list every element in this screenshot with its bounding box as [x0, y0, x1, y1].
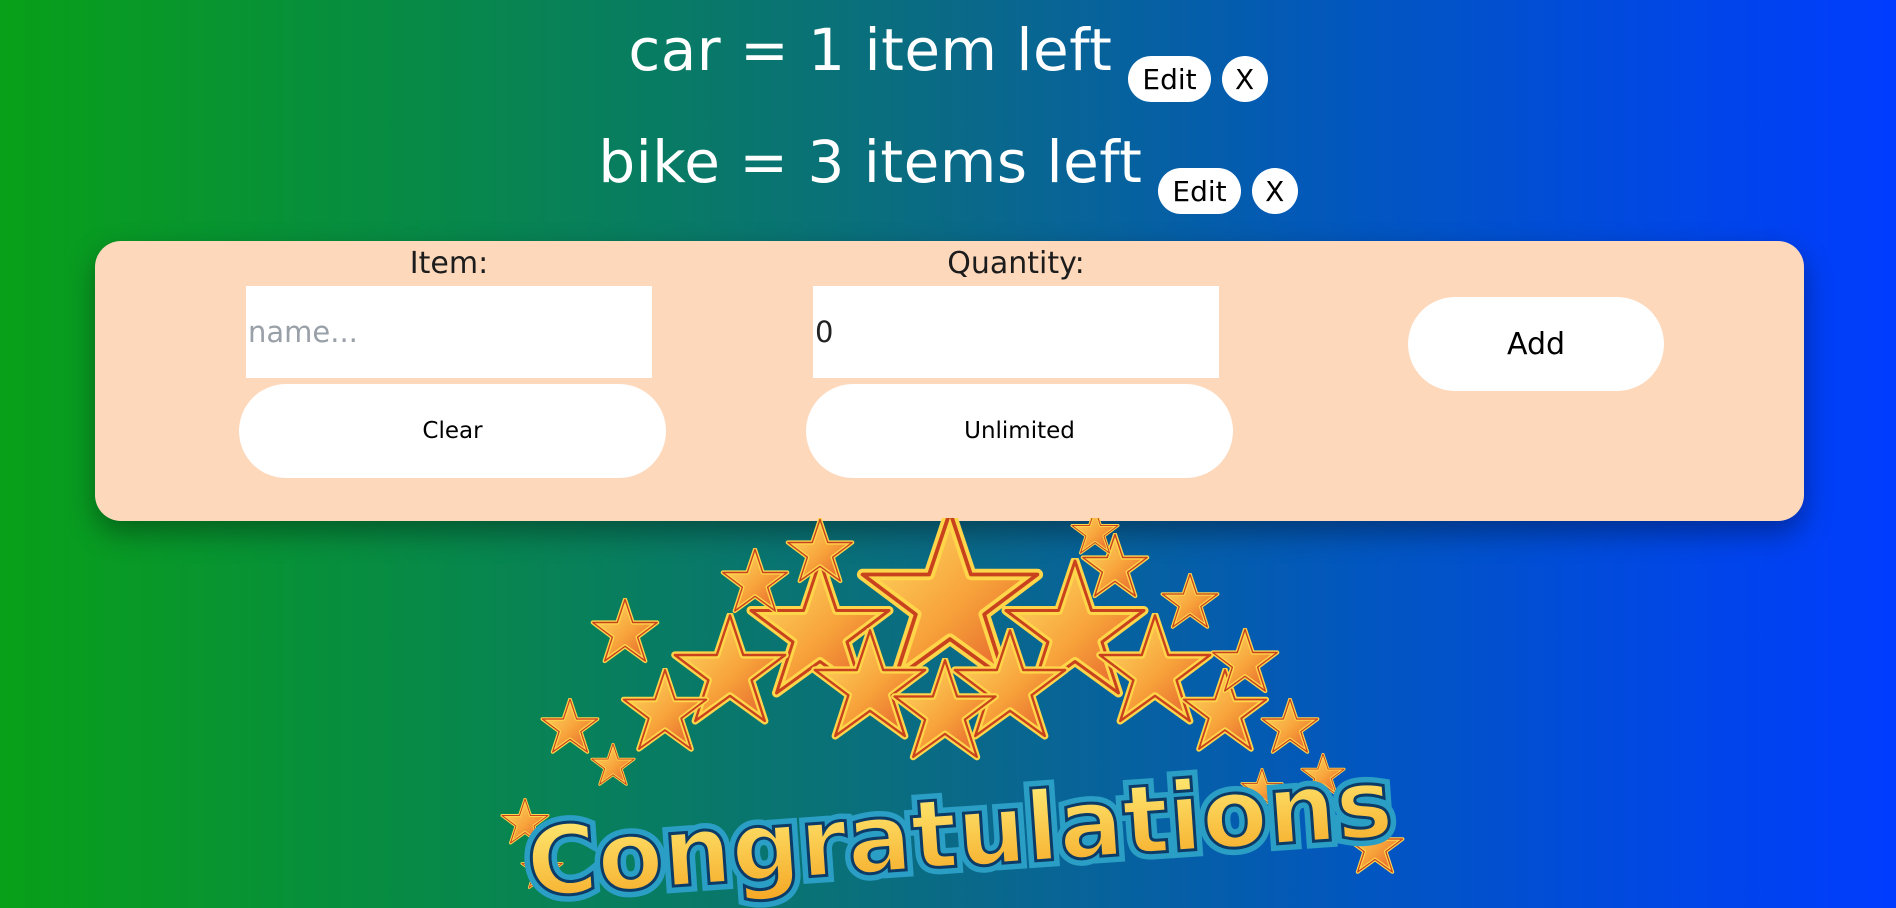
- congratulations-image: Congratulations Congratulations: [480, 518, 1440, 908]
- item-label: Item:: [409, 246, 489, 281]
- item-text: car = 1 item left: [628, 16, 1113, 84]
- stars-illustration: Congratulations Congratulations: [500, 518, 1405, 908]
- add-item-panel: Item: Quantity: Clear Unlimited Add: [95, 241, 1804, 521]
- quantity-input[interactable]: [813, 286, 1219, 378]
- add-button[interactable]: Add: [1408, 297, 1664, 391]
- edit-button[interactable]: Edit: [1128, 56, 1211, 102]
- unlimited-button[interactable]: Unlimited: [806, 384, 1233, 478]
- item-name-input[interactable]: [246, 286, 652, 378]
- delete-button[interactable]: X: [1221, 56, 1268, 102]
- quantity-label: Quantity:: [947, 246, 1085, 281]
- edit-button[interactable]: Edit: [1158, 168, 1241, 214]
- item-text: bike = 3 items left: [598, 128, 1143, 196]
- delete-button[interactable]: X: [1251, 168, 1298, 214]
- congratulations-text-overlay: Congratulations: [523, 747, 1396, 908]
- item-row-bike: bike = 3 items left Edit X: [0, 126, 1896, 214]
- clear-button[interactable]: Clear: [239, 384, 666, 478]
- item-row-car: car = 1 item left Edit X: [0, 14, 1896, 102]
